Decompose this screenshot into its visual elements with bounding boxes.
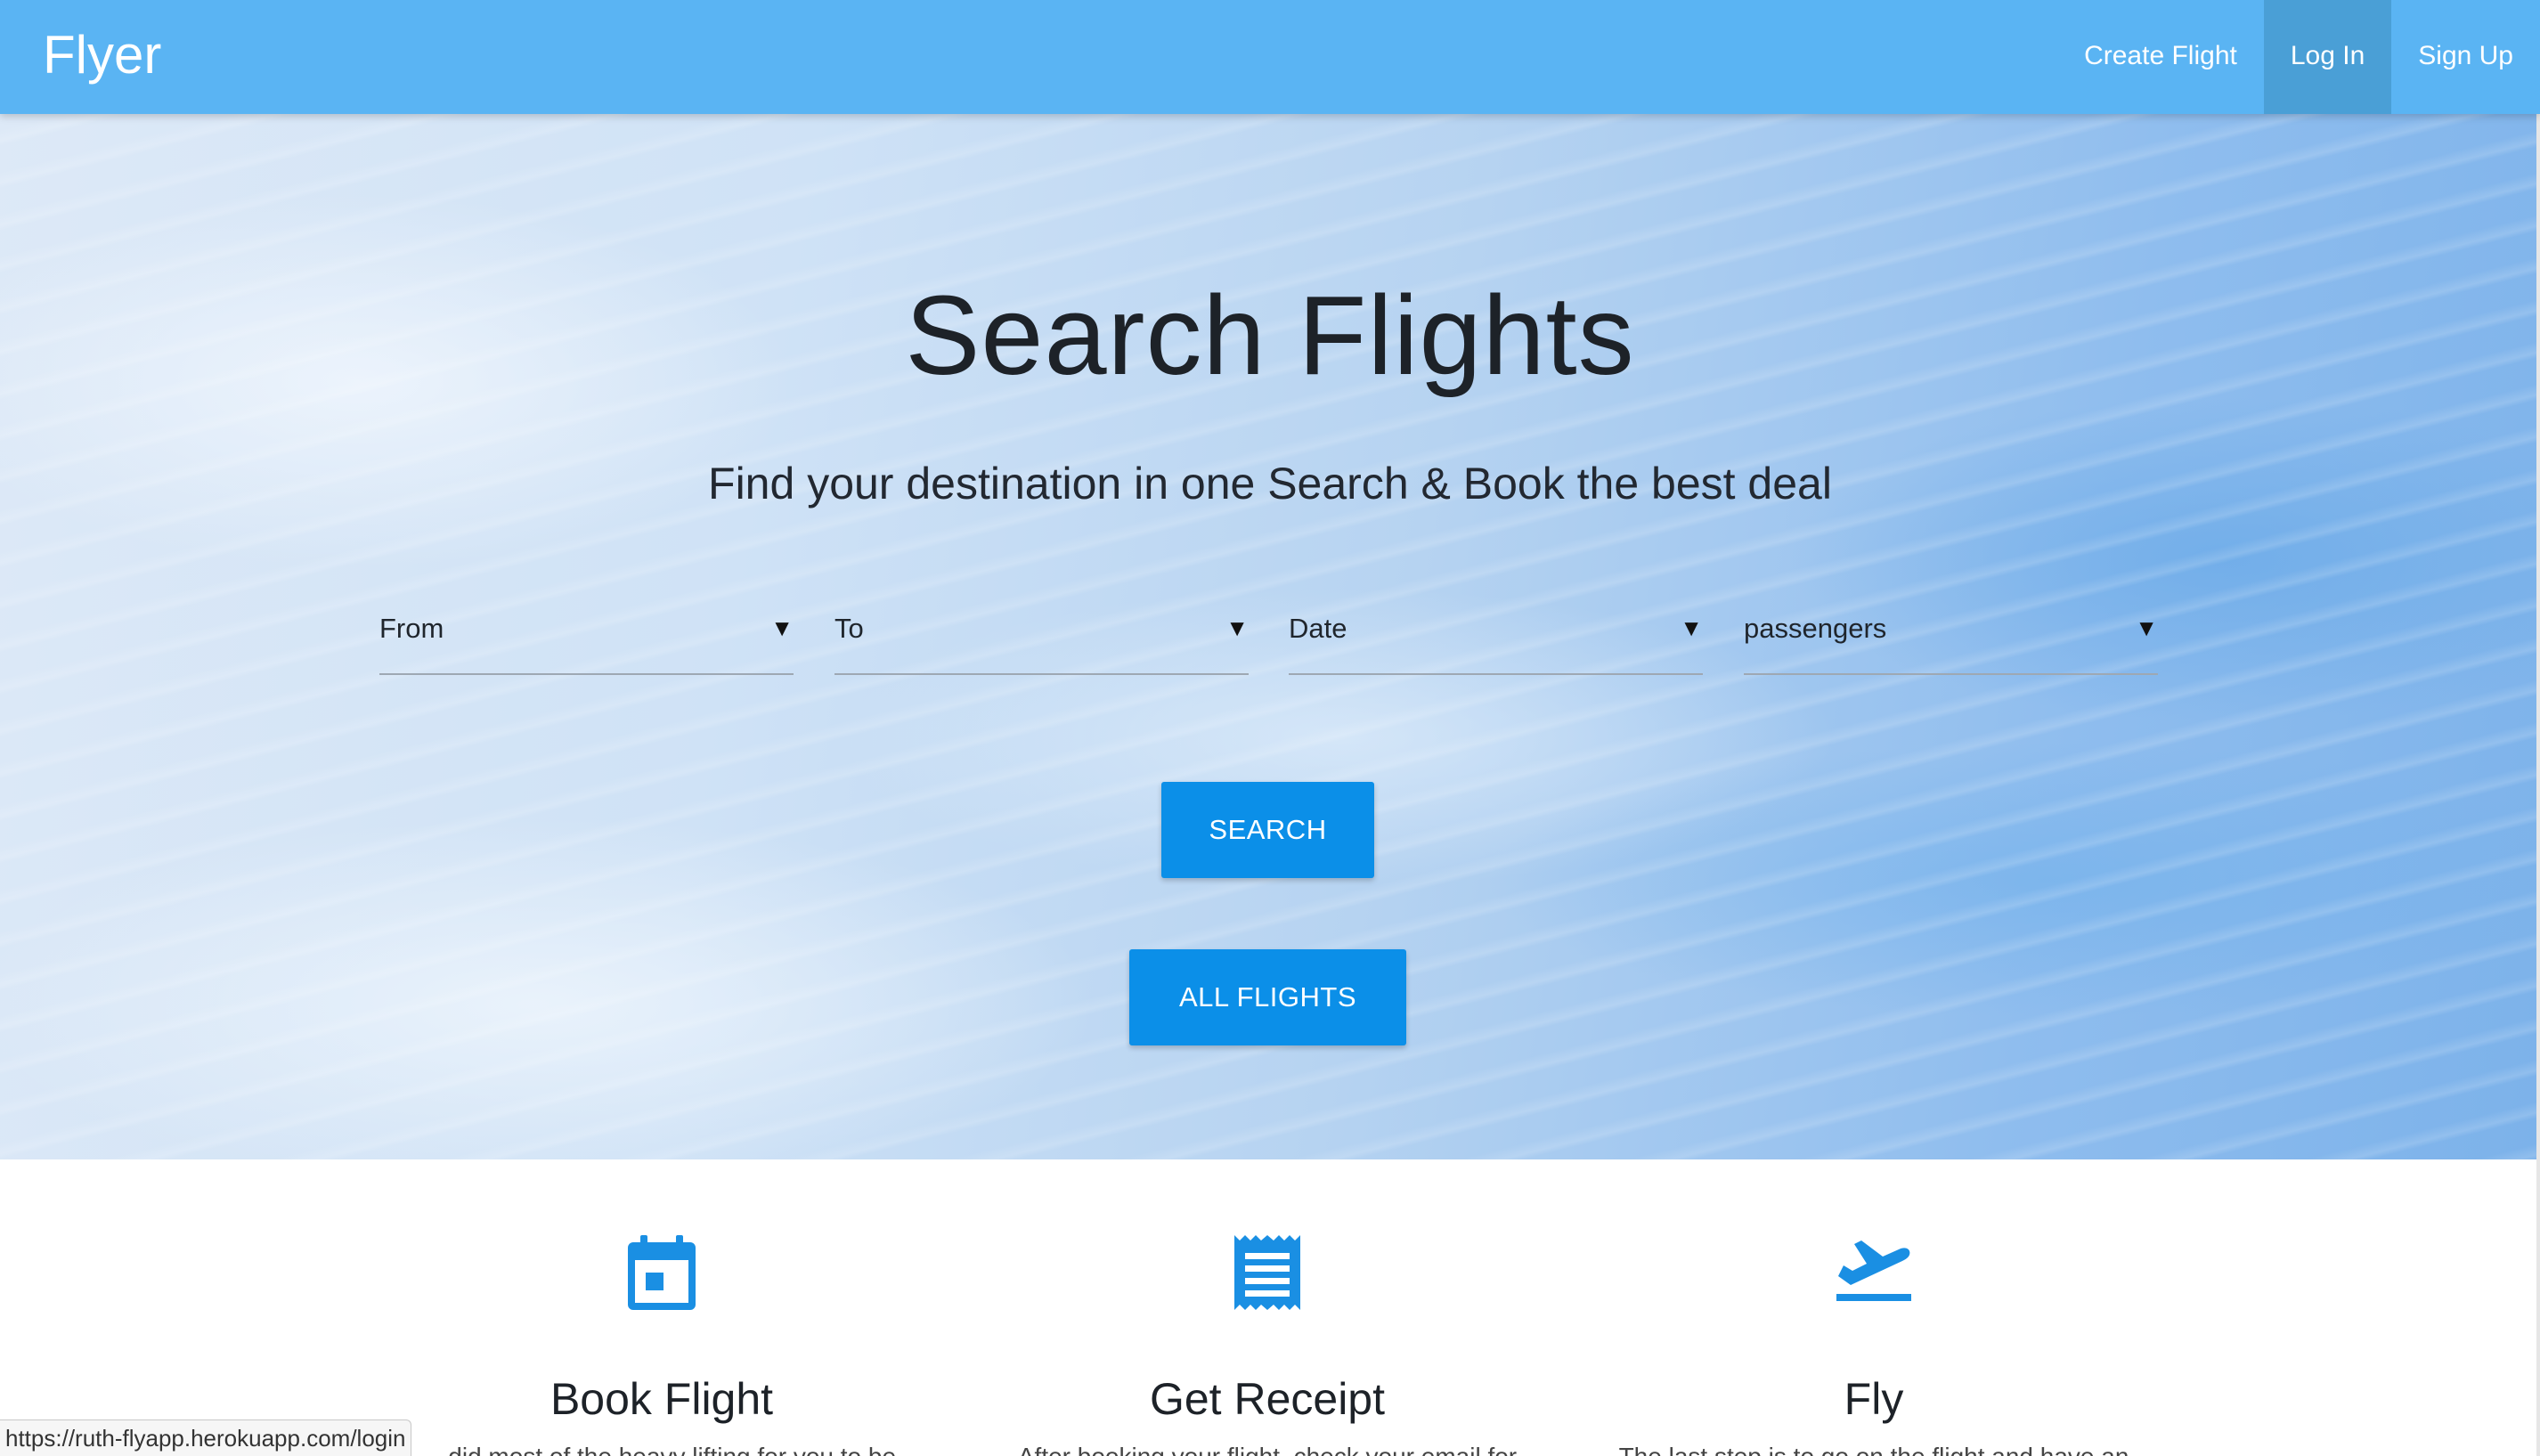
- feature-text-book-flight: ...did most of the heavy lifting for you…: [359, 1443, 965, 1456]
- feature-get-receipt: Get Receipt After booking your flight, c…: [965, 1159, 1570, 1456]
- page-title: Search Flights: [905, 272, 1635, 398]
- feature-book-flight: Book Flight ...did most of the heavy lif…: [359, 1159, 965, 1456]
- nav-create-flight[interactable]: Create Flight: [2057, 0, 2264, 114]
- feature-title-fly: Fly: [1844, 1374, 1904, 1424]
- nav-links: Create Flight Log In Sign Up: [2057, 0, 2540, 114]
- features-section: Book Flight ...did most of the heavy lif…: [0, 1159, 2540, 1456]
- date-select[interactable]: Date ▼: [1289, 602, 1703, 675]
- from-select-label: From: [379, 613, 444, 644]
- feature-title-get-receipt: Get Receipt: [1149, 1374, 1385, 1424]
- feature-text-fly: The last step is to go on the flight and…: [1571, 1443, 2177, 1456]
- nav-sign-up[interactable]: Sign Up: [2391, 0, 2540, 114]
- dropdown-arrow-icon: ▼: [2135, 614, 2158, 641]
- feature-title-book-flight: Book Flight: [550, 1374, 774, 1424]
- to-select[interactable]: To ▼: [834, 602, 1249, 675]
- page-subtitle: Find your destination in one Search & Bo…: [708, 459, 1832, 508]
- brand-logo[interactable]: Flyer: [43, 0, 161, 114]
- date-select-label: Date: [1289, 613, 1347, 644]
- nav-log-in[interactable]: Log In: [2263, 0, 2392, 114]
- status-bar-url: https://ruth-flyapp.herokuapp.com/login: [0, 1419, 412, 1456]
- feature-text-get-receipt: After booking your flight, check your em…: [965, 1443, 1570, 1456]
- from-select[interactable]: From ▼: [379, 602, 794, 675]
- passengers-select-label: passengers: [1744, 613, 1887, 644]
- calendar-icon: [359, 1235, 965, 1314]
- page: Flyer Create Flight Log In Sign Up Searc…: [0, 0, 2540, 1456]
- search-button[interactable]: SEARCH: [1161, 782, 1374, 878]
- all-flights-button[interactable]: ALL FLIGHTS: [1129, 949, 1406, 1045]
- navbar: Flyer Create Flight Log In Sign Up: [0, 0, 2540, 114]
- dropdown-arrow-icon: ▼: [1225, 614, 1249, 641]
- dropdown-arrow-icon: ▼: [770, 614, 794, 641]
- scrollbar[interactable]: [2536, 114, 2540, 1456]
- to-select-label: To: [834, 613, 864, 644]
- receipt-icon: [965, 1235, 1570, 1314]
- flight-takeoff-icon: [1571, 1235, 2177, 1307]
- passengers-select[interactable]: passengers ▼: [1744, 602, 2158, 675]
- feature-fly: Fly The last step is to go on the flight…: [1571, 1159, 2177, 1456]
- dropdown-arrow-icon: ▼: [1680, 614, 1703, 641]
- hero-section: Search Flights Find your destination in …: [0, 114, 2540, 1159]
